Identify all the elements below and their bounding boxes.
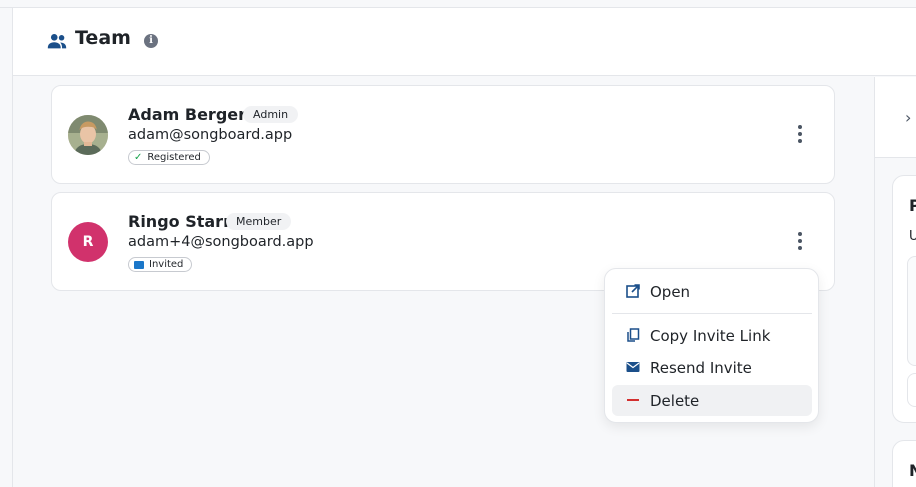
panel-card-body bbox=[907, 256, 916, 366]
dot bbox=[798, 132, 802, 136]
menu-item-copy-invite-link[interactable]: Copy Invite Link bbox=[612, 320, 812, 351]
open-external-icon bbox=[626, 284, 640, 298]
member-card: Adam Berger Admin adam@songboard.app ✓ R… bbox=[51, 85, 835, 184]
menu-item-resend-invite[interactable]: Resend Invite bbox=[612, 352, 812, 383]
dot bbox=[798, 246, 802, 250]
more-options-button[interactable] bbox=[791, 124, 809, 144]
menu-item-delete[interactable]: Delete bbox=[612, 385, 812, 416]
panel-card: P U bbox=[892, 175, 916, 423]
menu-divider bbox=[612, 313, 812, 314]
status-badge: Invited bbox=[128, 257, 193, 272]
page-header: Team i bbox=[13, 8, 916, 76]
mail-icon bbox=[626, 362, 640, 372]
copy-icon bbox=[627, 328, 640, 342]
minus-icon bbox=[627, 399, 639, 401]
info-icon[interactable]: i bbox=[144, 34, 158, 48]
right-side-panel: › P U N bbox=[874, 77, 916, 487]
panel-card-title: N bbox=[909, 461, 916, 480]
member-email: adam@songboard.app bbox=[128, 127, 293, 143]
member-email: adam+4@songboard.app bbox=[128, 234, 314, 250]
mail-icon bbox=[134, 260, 144, 269]
status-label: Registered bbox=[147, 152, 201, 163]
chevron-right-icon[interactable]: › bbox=[905, 108, 911, 127]
panel-card-field[interactable] bbox=[907, 373, 916, 407]
member-actions-menu: Open Copy Invite Link Resend Invite Dele… bbox=[604, 268, 819, 423]
panel-card-subtitle: U bbox=[909, 229, 916, 244]
menu-item-label: Resend Invite bbox=[650, 358, 752, 377]
dot bbox=[798, 239, 802, 243]
avatar bbox=[68, 115, 108, 155]
team-list: Adam Berger Admin adam@songboard.app ✓ R… bbox=[13, 77, 874, 487]
top-strip bbox=[0, 0, 916, 8]
role-badge: Admin bbox=[243, 106, 299, 123]
role-badge: Member bbox=[226, 213, 292, 230]
dot bbox=[798, 125, 802, 129]
member-name: Ringo Starr bbox=[128, 212, 231, 231]
dot bbox=[798, 232, 802, 236]
panel-toggle-area: › bbox=[875, 77, 916, 158]
avatar: R bbox=[68, 222, 108, 262]
check-icon: ✓ bbox=[134, 152, 143, 163]
people-group-icon bbox=[47, 34, 67, 49]
panel-card: N bbox=[892, 440, 916, 487]
more-options-button[interactable] bbox=[791, 231, 809, 251]
dot bbox=[798, 139, 802, 143]
member-name: Adam Berger bbox=[128, 105, 247, 124]
menu-item-label: Open bbox=[650, 282, 691, 301]
menu-item-label: Delete bbox=[650, 391, 700, 410]
menu-item-label: Copy Invite Link bbox=[650, 326, 771, 345]
page-title: Team bbox=[75, 27, 131, 49]
app-container: Team i Adam Berger Admin adam@songboard.… bbox=[12, 8, 916, 487]
status-badge: ✓ Registered bbox=[128, 150, 210, 165]
menu-item-open[interactable]: Open bbox=[612, 276, 812, 307]
panel-card-title: P bbox=[909, 196, 916, 215]
status-label: Invited bbox=[149, 259, 184, 270]
